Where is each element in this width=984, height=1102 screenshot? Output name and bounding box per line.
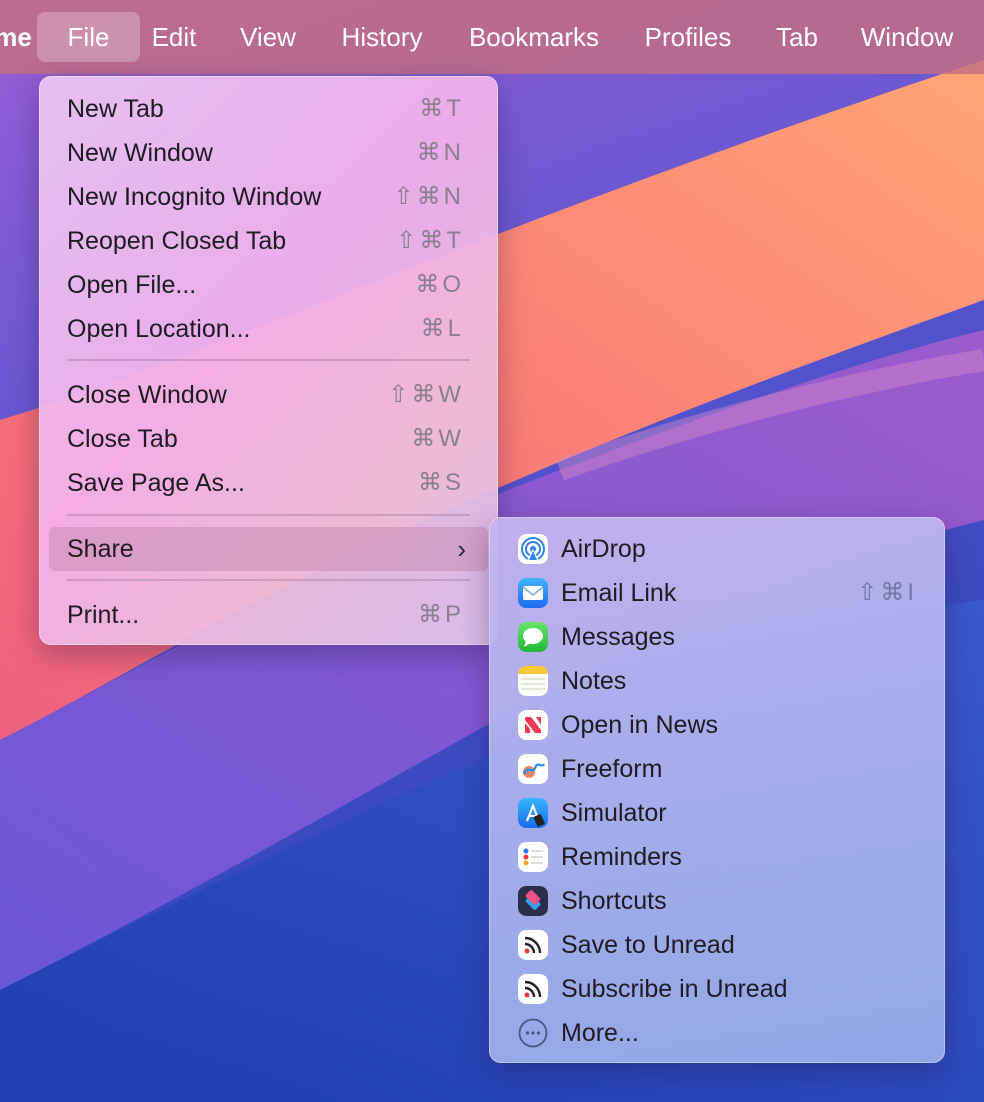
menubar-view[interactable]: View	[227, 12, 309, 62]
notes-icon	[518, 666, 548, 696]
share-item-subscribe-in-unread[interactable]: Subscribe in Unread	[499, 967, 935, 1011]
menu-item-label: Freeform	[561, 755, 663, 783]
menu-item-label: New Tab	[67, 95, 164, 123]
menu-item-close-tab[interactable]: Close Tab ⌘W	[49, 417, 488, 461]
menu-item-shortcut: ⇧⌘N	[393, 183, 464, 210]
menu-item-label: Notes	[561, 667, 627, 695]
menubar-window[interactable]: Window	[850, 12, 964, 62]
chevron-right-icon: ›	[457, 534, 466, 564]
menu-item-label: Print...	[67, 601, 140, 629]
menu-item-label: AirDrop	[561, 535, 646, 563]
menubar-bookmarks[interactable]: Bookmarks	[458, 12, 610, 62]
menubar-app-name[interactable]: me	[0, 12, 34, 62]
menu-item-shortcut: ⇧⌘W	[388, 381, 464, 408]
simulator-icon	[518, 798, 548, 828]
menubar-edit[interactable]: Edit	[140, 12, 208, 62]
unread-rss-icon	[518, 974, 548, 1004]
menu-item-label: Subscribe in Unread	[561, 975, 788, 1003]
share-item-email-link[interactable]: Email Link ⇧⌘I	[499, 571, 935, 615]
menu-item-shortcut: ⌘S	[417, 469, 464, 496]
menu-item-shortcut: ⇧⌘I	[857, 579, 917, 606]
menu-separator	[67, 514, 470, 516]
menu-item-open-file[interactable]: Open File... ⌘O	[49, 263, 488, 307]
menu-item-label: New Window	[67, 139, 213, 167]
menu-item-shortcut: ⌘N	[416, 139, 464, 166]
menu-item-share[interactable]: Share ›	[49, 527, 488, 571]
menu-bar: me File Edit View History Bookmarks Prof…	[0, 0, 984, 74]
reminders-icon	[518, 842, 548, 872]
share-item-simulator[interactable]: Simulator	[499, 791, 935, 835]
share-item-notes[interactable]: Notes	[499, 659, 935, 703]
menu-item-label: Save to Unread	[561, 931, 735, 959]
menu-item-open-location[interactable]: Open Location... ⌘L	[49, 307, 488, 351]
mail-icon	[518, 578, 548, 608]
share-item-open-in-news[interactable]: Open in News	[499, 703, 935, 747]
menu-item-new-window[interactable]: New Window ⌘N	[49, 131, 488, 175]
menu-item-label: Share	[67, 535, 134, 563]
menu-item-label: Open Location...	[67, 315, 251, 343]
menubar-history[interactable]: History	[330, 12, 434, 62]
share-item-shortcuts[interactable]: Shortcuts	[499, 879, 935, 923]
menu-item-close-window[interactable]: Close Window ⇧⌘W	[49, 373, 488, 417]
file-menu: New Tab ⌘T New Window ⌘N New Incognito W…	[39, 76, 498, 645]
share-item-reminders[interactable]: Reminders	[499, 835, 935, 879]
menu-item-shortcut: ⌘L	[420, 315, 464, 342]
menu-item-label: Email Link	[561, 579, 677, 607]
unread-rss-icon	[518, 930, 548, 960]
menu-item-shortcut: ⌘O	[415, 271, 464, 298]
menu-item-label: New Incognito Window	[67, 183, 322, 211]
share-item-save-to-unread[interactable]: Save to Unread	[499, 923, 935, 967]
airdrop-icon	[518, 534, 548, 564]
share-item-more[interactable]: More...	[499, 1011, 935, 1055]
menu-item-print[interactable]: Print... ⌘P	[49, 593, 488, 637]
menu-item-label: Open in News	[561, 711, 719, 739]
share-item-messages[interactable]: Messages	[499, 615, 935, 659]
menu-item-reopen-closed-tab[interactable]: Reopen Closed Tab ⇧⌘T	[49, 219, 488, 263]
menu-item-label: Open File...	[67, 271, 197, 299]
menubar-profiles[interactable]: Profiles	[634, 12, 742, 62]
menu-item-label: Save Page As...	[67, 469, 245, 497]
menu-item-label: Shortcuts	[561, 887, 667, 915]
menu-item-new-incognito-window[interactable]: New Incognito Window ⇧⌘N	[49, 175, 488, 219]
menu-item-label: More...	[561, 1019, 639, 1047]
menu-item-new-tab[interactable]: New Tab ⌘T	[49, 87, 488, 131]
menu-item-label: Close Window	[67, 381, 227, 409]
share-item-airdrop[interactable]: AirDrop	[499, 527, 935, 571]
shortcuts-icon	[518, 886, 548, 916]
menu-item-save-page-as[interactable]: Save Page As... ⌘S	[49, 461, 488, 505]
freeform-icon	[518, 754, 548, 784]
messages-icon	[518, 622, 548, 652]
menu-separator	[67, 579, 470, 581]
menubar-file[interactable]: File	[37, 12, 140, 62]
menubar-tab[interactable]: Tab	[766, 12, 828, 62]
menu-item-shortcut: ⌘P	[417, 601, 464, 628]
menu-item-label: Close Tab	[67, 425, 178, 453]
menu-item-label: Simulator	[561, 799, 667, 827]
menu-item-label: Reopen Closed Tab	[67, 227, 287, 255]
menu-item-label: Messages	[561, 623, 675, 651]
share-submenu: AirDrop Email Link ⇧⌘I Messages Notes Op…	[489, 517, 945, 1063]
news-icon	[518, 710, 548, 740]
more-ellipsis-icon	[518, 1018, 548, 1048]
menu-item-label: Reminders	[561, 843, 682, 871]
menu-item-shortcut: ⌘T	[419, 95, 464, 122]
menu-separator	[67, 359, 470, 361]
menu-item-shortcut: ⌘W	[411, 425, 464, 452]
share-item-freeform[interactable]: Freeform	[499, 747, 935, 791]
menu-item-shortcut: ⇧⌘T	[396, 227, 464, 254]
